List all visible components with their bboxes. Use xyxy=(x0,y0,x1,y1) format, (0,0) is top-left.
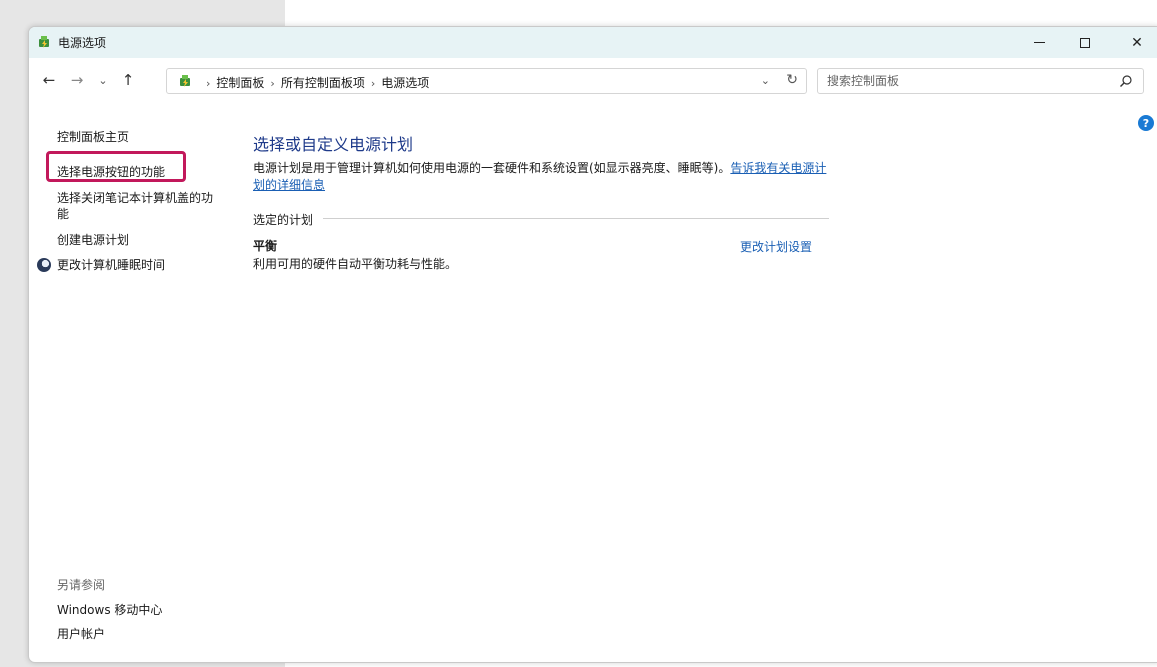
back-button[interactable]: ← xyxy=(38,69,60,91)
navigation-bar: ← → ⌄ ↑ › 控制面板 › 所有控制面板项 › 电源选项 ⌄ ↻ xyxy=(29,58,1157,104)
forward-button[interactable]: → xyxy=(66,69,88,91)
see-also-heading: 另请参阅 xyxy=(57,578,106,592)
breadcrumb-separator[interactable]: › xyxy=(371,77,375,90)
help-icon[interactable]: ? xyxy=(1138,115,1154,131)
close-icon: ✕ xyxy=(1131,34,1143,51)
sidebar-item-mobility-center[interactable]: Windows 移动中心 xyxy=(57,602,162,618)
selected-plan-label: 选定的计划 xyxy=(253,213,314,227)
sidebar-item-user-accounts[interactable]: 用户帐户 xyxy=(57,626,105,642)
sidebar-item-lid-close[interactable]: 选择关闭笔记本计算机盖的功能 xyxy=(57,190,217,222)
up-button[interactable]: ↑ xyxy=(117,69,139,91)
search-input[interactable] xyxy=(818,69,1117,93)
divider xyxy=(323,218,829,219)
breadcrumb-separator[interactable]: › xyxy=(270,77,274,90)
address-bar[interactable]: › 控制面板 › 所有控制面板项 › 电源选项 ⌄ ↻ xyxy=(166,68,807,94)
breadcrumb-all-items[interactable]: 所有控制面板项 xyxy=(281,76,365,90)
back-arrow-icon: ← xyxy=(42,71,56,89)
plan-name: 平衡 xyxy=(253,239,278,253)
window-title: 电源选项 xyxy=(58,36,107,50)
minimize-icon xyxy=(1033,42,1045,43)
power-options-icon xyxy=(180,75,190,87)
address-dropdown-button[interactable]: ⌄ xyxy=(761,74,770,87)
chevron-down-icon: ⌄ xyxy=(98,73,108,87)
power-options-icon xyxy=(39,36,49,48)
recent-locations-button[interactable]: ⌄ xyxy=(92,69,114,91)
change-plan-settings-link[interactable]: 更改计划设置 xyxy=(740,238,812,255)
forward-arrow-icon: → xyxy=(70,71,84,89)
breadcrumb-power-options[interactable]: 电源选项 xyxy=(381,76,429,90)
breadcrumb: › 控制面板 › 所有控制面板项 › 电源选项 xyxy=(200,74,429,91)
sidebar-item-sleep-time[interactable]: 更改计算机睡眠时间 xyxy=(57,257,165,273)
page-description: 电源计划是用于管理计算机如何使用电源的一套硬件和系统设置(如显示器亮度、睡眠等)… xyxy=(253,160,833,194)
sidebar-item-power-buttons[interactable]: 选择电源按钮的功能 xyxy=(57,164,165,180)
left-pane: 控制面板主页 选择电源按钮的功能 选择关闭笔记本计算机盖的功能 创建电源计划 更… xyxy=(29,104,234,662)
breadcrumb-control-panel[interactable]: 控制面板 xyxy=(216,76,264,90)
search-icon[interactable] xyxy=(1119,74,1133,88)
page-title: 选择或自定义电源计划 xyxy=(253,135,414,154)
minimize-button[interactable] xyxy=(1016,27,1062,58)
title-bar: 电源选项 ✕ xyxy=(29,27,1157,58)
moon-icon xyxy=(37,258,51,272)
close-button[interactable]: ✕ xyxy=(1114,27,1157,58)
plan-description: 利用可用的硬件自动平衡功耗与性能。 xyxy=(253,257,458,271)
sidebar-item-control-panel-home[interactable]: 控制面板主页 xyxy=(57,129,129,145)
breadcrumb-separator[interactable]: › xyxy=(206,77,210,90)
refresh-button[interactable]: ↻ xyxy=(786,72,798,88)
description-text: 电源计划是用于管理计算机如何使用电源的一套硬件和系统设置(如显示器亮度、睡眠等)… xyxy=(253,161,731,175)
search-box xyxy=(817,68,1144,94)
power-options-window: 电源选项 ✕ ← → ⌄ ↑ › 控制面板 › 所有控制面板项 › 电源选项 ⌄ ↻ xyxy=(28,26,1157,663)
maximize-icon xyxy=(1080,37,1090,48)
up-arrow-icon: ↑ xyxy=(121,71,135,89)
maximize-button[interactable] xyxy=(1062,27,1108,58)
sidebar-item-create-plan[interactable]: 创建电源计划 xyxy=(57,232,129,248)
